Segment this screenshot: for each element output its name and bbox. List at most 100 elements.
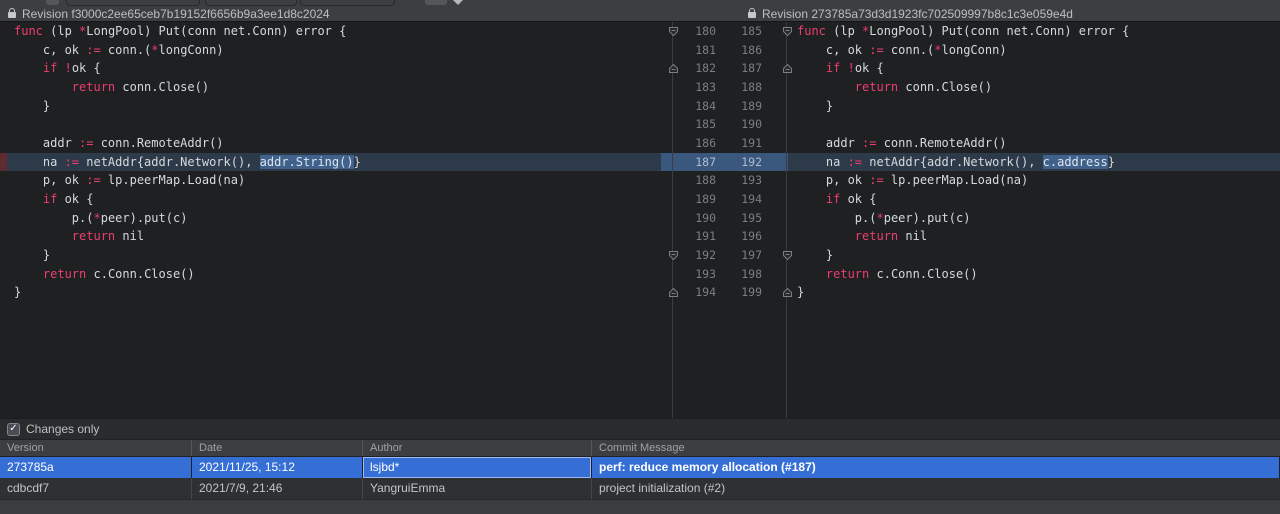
code-segment: addr <box>797 136 862 150</box>
code-segment: conn.( <box>884 43 935 57</box>
code-segment: * <box>876 211 883 225</box>
code-line[interactable] <box>788 115 1280 134</box>
code-segment: conn.( <box>101 43 152 57</box>
right-line-number: 190 <box>716 115 762 134</box>
table-cell[interactable]: perf: reduce memory allocation (#187) <box>592 457 1280 478</box>
code-line[interactable]: na := netAddr{addr.Network(), c.address} <box>788 153 1280 172</box>
fold-region-start-icon[interactable] <box>668 250 679 261</box>
code-line[interactable]: } <box>0 283 661 302</box>
table-cell[interactable]: YangruiEmma <box>363 478 592 499</box>
column-header-author[interactable]: Author <box>363 440 592 456</box>
code-line[interactable]: return c.Conn.Close() <box>788 265 1280 284</box>
code-segment: LongPool) Put(conn net.Conn) error { <box>86 24 346 38</box>
fold-region-end-icon[interactable] <box>782 63 793 74</box>
code-line[interactable]: return nil <box>788 227 1280 246</box>
fold-column-line <box>786 22 787 418</box>
gutter-line: 187192 <box>661 153 788 172</box>
code-line[interactable]: return conn.Close() <box>788 78 1280 97</box>
code-line[interactable]: func (lp *LongPool) Put(conn net.Conn) e… <box>788 22 1280 41</box>
code-segment: addr <box>14 136 79 150</box>
code-segment <box>14 267 43 281</box>
left-line-number: 189 <box>661 190 716 209</box>
gutter-line: 194199 <box>661 283 788 302</box>
code-line[interactable]: return conn.Close() <box>0 78 661 97</box>
code-line[interactable]: return c.Conn.Close() <box>0 265 661 284</box>
code-line[interactable]: na := netAddr{addr.Network(), addr.Strin… <box>0 153 661 172</box>
gutter-line: 183188 <box>661 78 788 97</box>
table-cell[interactable]: cdbcdf7 <box>0 478 192 499</box>
right-line-number: 189 <box>716 97 762 116</box>
code-line[interactable]: c, ok := conn.(*longConn) <box>0 41 661 60</box>
code-line[interactable]: return nil <box>0 227 661 246</box>
code-segment: peer).put(c) <box>884 211 971 225</box>
fold-region-start-icon[interactable] <box>668 26 679 37</box>
table-cell[interactable]: 273785a <box>0 457 192 478</box>
table-row[interactable]: cdbcdf72021/7/9, 21:46YangruiEmmaproject… <box>0 478 1280 499</box>
code-line[interactable]: p.(*peer).put(c) <box>0 209 661 228</box>
table-cell[interactable]: project initialization (#2) <box>592 478 1280 499</box>
fold-region-end-icon[interactable] <box>782 287 793 298</box>
code-segment: if <box>43 192 57 206</box>
gutter-line: 193198 <box>661 265 788 284</box>
code-line[interactable]: } <box>788 97 1280 116</box>
history-table-header: VersionDateAuthorCommit Message <box>0 439 1280 457</box>
code-segment: return <box>855 80 898 94</box>
fold-region-end-icon[interactable] <box>668 287 679 298</box>
right-revision-label: Revision 273785a73d3d1923fc702509997b8c1… <box>762 7 1073 21</box>
toolbar-button[interactable] <box>425 0 447 5</box>
code-line[interactable]: if !ok { <box>0 59 661 78</box>
code-segment: LongPool) Put(conn net.Conn) error { <box>869 24 1129 38</box>
code-segment: } <box>14 285 21 299</box>
left-revision-label: Revision f3000c2ee65ceb7b19152f6656b9a3e… <box>22 7 330 21</box>
code-line[interactable]: if ok { <box>788 190 1280 209</box>
table-cell[interactable]: 2021/7/9, 21:46 <box>192 478 363 499</box>
code-line[interactable]: c, ok := conn.(*longConn) <box>788 41 1280 60</box>
gutter-line: 191196 <box>661 227 788 246</box>
code-line[interactable]: if !ok { <box>788 59 1280 78</box>
left-editor-pane: func (lp *LongPool) Put(conn net.Conn) e… <box>0 22 661 302</box>
changes-only-checkbox[interactable]: ✓ <box>7 423 20 436</box>
code-line[interactable]: } <box>0 97 661 116</box>
code-segment <box>797 267 826 281</box>
fold-region-end-icon[interactable] <box>668 63 679 74</box>
code-segment: if <box>43 61 57 75</box>
left-line-number: 191 <box>661 227 716 246</box>
left-revision-title: Revision f3000c2ee65ceb7b19152f6656b9a3e… <box>8 6 330 22</box>
code-line[interactable]: if ok { <box>0 190 661 209</box>
table-cell[interactable]: lsjbd* <box>363 457 592 478</box>
code-segment <box>14 80 72 94</box>
code-segment: lp.peerMap.Load(na) <box>101 173 246 187</box>
fold-region-start-icon[interactable] <box>782 250 793 261</box>
code-line[interactable]: } <box>788 283 1280 302</box>
code-segment: return <box>855 229 898 243</box>
code-line[interactable]: p.(*peer).put(c) <box>788 209 1280 228</box>
code-line[interactable]: } <box>0 246 661 265</box>
filter-icon[interactable] <box>453 0 463 5</box>
column-header-date[interactable]: Date <box>192 440 363 456</box>
changes-only-label: Changes only <box>26 422 99 436</box>
code-line[interactable]: addr := conn.RemoteAddr() <box>788 134 1280 153</box>
column-header-version[interactable]: Version <box>0 440 192 456</box>
code-line[interactable] <box>0 115 661 134</box>
code-line[interactable]: addr := conn.RemoteAddr() <box>0 134 661 153</box>
code-line[interactable]: p, ok := lp.peerMap.Load(na) <box>788 171 1280 190</box>
code-segment <box>797 229 855 243</box>
toolbar-button[interactable] <box>46 0 59 5</box>
fold-region-start-icon[interactable] <box>782 26 793 37</box>
left-line-number: 186 <box>661 134 716 153</box>
code-segment <box>797 61 826 75</box>
code-segment: netAddr{addr.Network(), <box>862 155 1043 169</box>
left-line-number: 190 <box>661 209 716 228</box>
code-line[interactable]: } <box>788 246 1280 265</box>
column-header-commit-message[interactable]: Commit Message <box>592 440 1280 456</box>
right-line-number: 193 <box>716 171 762 190</box>
table-row[interactable]: 273785a2021/11/25, 15:12lsjbd*perf: redu… <box>0 457 1280 478</box>
code-segment: p.( <box>797 211 876 225</box>
code-segment: if <box>826 192 840 206</box>
lock-icon <box>8 12 16 18</box>
code-line[interactable]: func (lp *LongPool) Put(conn net.Conn) e… <box>0 22 661 41</box>
table-cell[interactable]: 2021/11/25, 15:12 <box>192 457 363 478</box>
code-segment: conn.Close() <box>898 80 992 94</box>
code-segment: lp.peerMap.Load(na) <box>884 173 1029 187</box>
code-line[interactable]: p, ok := lp.peerMap.Load(na) <box>0 171 661 190</box>
